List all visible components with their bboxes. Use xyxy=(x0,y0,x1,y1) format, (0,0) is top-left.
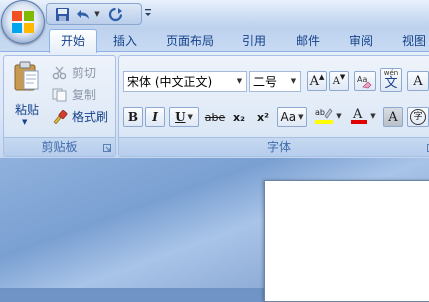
office-logo-icon xyxy=(11,10,35,34)
font-size-combo[interactable]: 二号 ▼ xyxy=(249,71,301,92)
document-page[interactable] xyxy=(264,180,429,302)
format-painter-label: 格式刷 xyxy=(72,108,108,125)
save-icon xyxy=(55,7,70,22)
undo-icon xyxy=(76,7,92,22)
highlight-button[interactable]: ab ▼ xyxy=(312,105,344,127)
phonetic-char-icon: 文 xyxy=(384,77,397,91)
change-case-button[interactable]: Aa ▼ xyxy=(277,107,307,127)
office-button[interactable] xyxy=(1,0,45,44)
dialog-launcher-icon[interactable] xyxy=(103,144,111,152)
subscript-icon: x₂ xyxy=(233,111,245,124)
font-name-value: 宋体 (中文正文) xyxy=(127,75,212,89)
paste-dropdown-icon[interactable]: ▼ xyxy=(22,118,27,126)
font-size-value: 二号 xyxy=(253,75,277,89)
clear-formatting-icon: Aa xyxy=(356,73,374,89)
format-painter-button[interactable]: 格式刷 xyxy=(52,108,108,125)
font-size-dropdown-icon[interactable]: ▼ xyxy=(287,72,300,91)
underline-dropdown-icon[interactable]: ▼ xyxy=(188,113,193,121)
character-border-icon: A xyxy=(413,74,422,89)
change-case-dropdown-icon[interactable]: ▼ xyxy=(298,113,303,121)
italic-button[interactable]: I xyxy=(145,107,165,127)
highlighter-icon: ab xyxy=(314,106,334,126)
paste-icon xyxy=(13,60,41,92)
grow-font-button[interactable]: A▲ xyxy=(307,71,327,91)
svg-text:A: A xyxy=(352,107,363,122)
tab-mailings[interactable]: 邮件 xyxy=(287,31,329,51)
shrink-font-button[interactable]: A▼ xyxy=(329,71,349,91)
font-name-dropdown-icon[interactable]: ▼ xyxy=(233,72,246,91)
svg-text:Aa: Aa xyxy=(357,75,367,84)
italic-icon: I xyxy=(152,110,158,124)
subscript-button[interactable]: x₂ xyxy=(229,107,249,127)
clear-formatting-button[interactable]: Aa xyxy=(354,71,376,91)
shrink-font-icon: A xyxy=(333,76,340,87)
format-painter-icon xyxy=(52,110,68,124)
redo-button[interactable] xyxy=(105,5,125,23)
scissors-icon xyxy=(52,66,68,80)
paste-button[interactable]: 粘贴 ▼ xyxy=(10,60,44,132)
phonetic-guide-button[interactable]: wén 文 xyxy=(380,68,402,92)
group-clipboard: 粘贴 ▼ 剪切 复制 格式刷 剪贴板 xyxy=(3,55,116,157)
font-color-dropdown-icon[interactable]: ▼ xyxy=(370,112,375,120)
ribbon-home: 粘贴 ▼ 剪切 复制 格式刷 剪贴板 xyxy=(0,51,429,159)
font-color-icon: A xyxy=(350,106,368,126)
ribbon-tab-bar: 开始 插入 页面布局 引用 邮件 审阅 视图 xyxy=(0,27,429,52)
character-border-button[interactable]: A xyxy=(407,71,429,91)
font-group-label: 字体 xyxy=(119,137,429,156)
character-shading-button[interactable]: A xyxy=(383,107,403,127)
change-case-icon: Aa xyxy=(281,110,297,124)
customize-qat-icon xyxy=(144,6,152,20)
customize-qat-button[interactable] xyxy=(144,6,152,20)
bold-button[interactable]: B xyxy=(123,107,143,127)
superscript-button[interactable]: x² xyxy=(253,107,273,127)
quick-access-toolbar: ▼ xyxy=(46,3,142,25)
copy-icon xyxy=(52,88,68,102)
underline-icon: U xyxy=(175,110,185,124)
grow-font-icon: A xyxy=(310,74,319,89)
font-color-button[interactable]: A ▼ xyxy=(347,105,379,127)
svg-text:ab: ab xyxy=(315,108,325,117)
save-button[interactable] xyxy=(53,5,71,23)
undo-button[interactable]: ▼ xyxy=(75,5,101,23)
tab-review[interactable]: 审阅 xyxy=(340,31,382,51)
bold-icon: B xyxy=(128,110,138,124)
tab-page-layout[interactable]: 页面布局 xyxy=(158,31,222,51)
strikethrough-icon: abe xyxy=(205,111,226,124)
paste-label: 粘贴 xyxy=(10,101,44,118)
superscript-icon: x² xyxy=(257,111,269,124)
enclose-characters-button[interactable]: 字 xyxy=(407,107,429,127)
undo-dropdown-icon[interactable]: ▼ xyxy=(94,10,99,18)
tab-view[interactable]: 视图 xyxy=(393,31,429,51)
cut-button[interactable]: 剪切 xyxy=(52,64,96,81)
tab-references[interactable]: 引用 xyxy=(233,31,275,51)
enclose-characters-icon: 字 xyxy=(410,109,426,125)
tab-home[interactable]: 开始 xyxy=(49,29,97,53)
clipboard-group-label: 剪贴板 xyxy=(4,137,115,156)
copy-label: 复制 xyxy=(72,86,96,103)
copy-button[interactable]: 复制 xyxy=(52,86,96,103)
highlight-dropdown-icon[interactable]: ▼ xyxy=(336,112,341,120)
underline-button[interactable]: U ▼ xyxy=(169,107,199,127)
group-font: 宋体 (中文正文) ▼ 二号 ▼ A▲ A▼ Aa wén 文 A B xyxy=(118,55,429,157)
redo-icon xyxy=(108,7,123,22)
tab-insert[interactable]: 插入 xyxy=(104,31,146,51)
strikethrough-button[interactable]: abe xyxy=(203,107,227,127)
cut-label: 剪切 xyxy=(72,64,96,81)
font-name-combo[interactable]: 宋体 (中文正文) ▼ xyxy=(123,71,247,92)
character-shading-icon: A xyxy=(388,110,397,125)
